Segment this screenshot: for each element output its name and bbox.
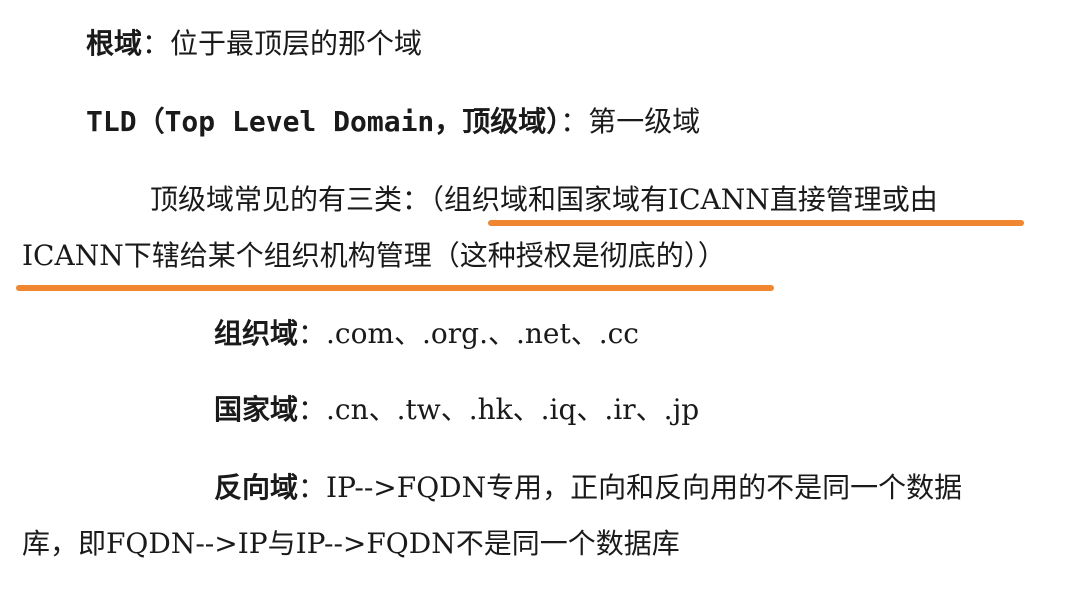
reverse-domain-desc: ：IP-->FQDN专用，正向和反向用的不是同一个数据 xyxy=(298,471,963,504)
highlight-underline xyxy=(16,285,774,291)
tld-types-highlight-start: （组织域和国家域有ICANN直接管理或由 xyxy=(430,183,938,216)
tld-types-line-continued: ICANN下辖给某个组织机构管理（这种授权是彻底的）） xyxy=(22,236,726,276)
tld-types-lead: 顶级域常见的有三类： xyxy=(150,183,431,216)
tld-term: TLD（Top Level Domain，顶级域） xyxy=(86,105,561,138)
reverse-domain-line: 反向域：IP-->FQDN专用，正向和反向用的不是同一个数据 xyxy=(214,468,962,508)
root-domain-line: 根域：位于最顶层的那个域 xyxy=(86,24,422,64)
org-domain-desc: ：.com、.org.、.net、.cc xyxy=(298,317,639,350)
root-domain-term: 根域 xyxy=(86,27,143,60)
document-page: 根域：位于最顶层的那个域 TLD（Top Level Domain，顶级域）：第… xyxy=(0,0,1076,595)
tld-types-line: 顶级域常见的有三类：（组织域和国家域有ICANN直接管理或由 xyxy=(150,180,938,220)
reverse-domain-line-continued: 库，即FQDN-->IP与IP-->FQDN不是同一个数据库 xyxy=(22,524,680,564)
tld-desc: ：第一级域 xyxy=(560,105,701,138)
tld-types-highlight-end: ICANN下辖给某个组织机构管理（这种授权是彻底的）） xyxy=(22,239,726,272)
country-domain-term: 国家域 xyxy=(214,393,299,426)
org-domain-term: 组织域 xyxy=(214,317,299,350)
country-domain-desc: ：.cn、.tw、.hk、.iq、.ir、.jp xyxy=(298,393,700,426)
tld-line: TLD（Top Level Domain，顶级域）：第一级域 xyxy=(86,102,700,142)
root-domain-desc: ：位于最顶层的那个域 xyxy=(142,27,423,60)
highlight-underline xyxy=(488,220,1024,226)
reverse-domain-term: 反向域 xyxy=(214,471,299,504)
org-domain-line: 组织域：.com、.org.、.net、.cc xyxy=(214,314,639,354)
country-domain-line: 国家域：.cn、.tw、.hk、.iq、.ir、.jp xyxy=(214,390,699,430)
reverse-domain-desc-continued: 库，即FQDN-->IP与IP-->FQDN不是同一个数据库 xyxy=(22,527,680,560)
